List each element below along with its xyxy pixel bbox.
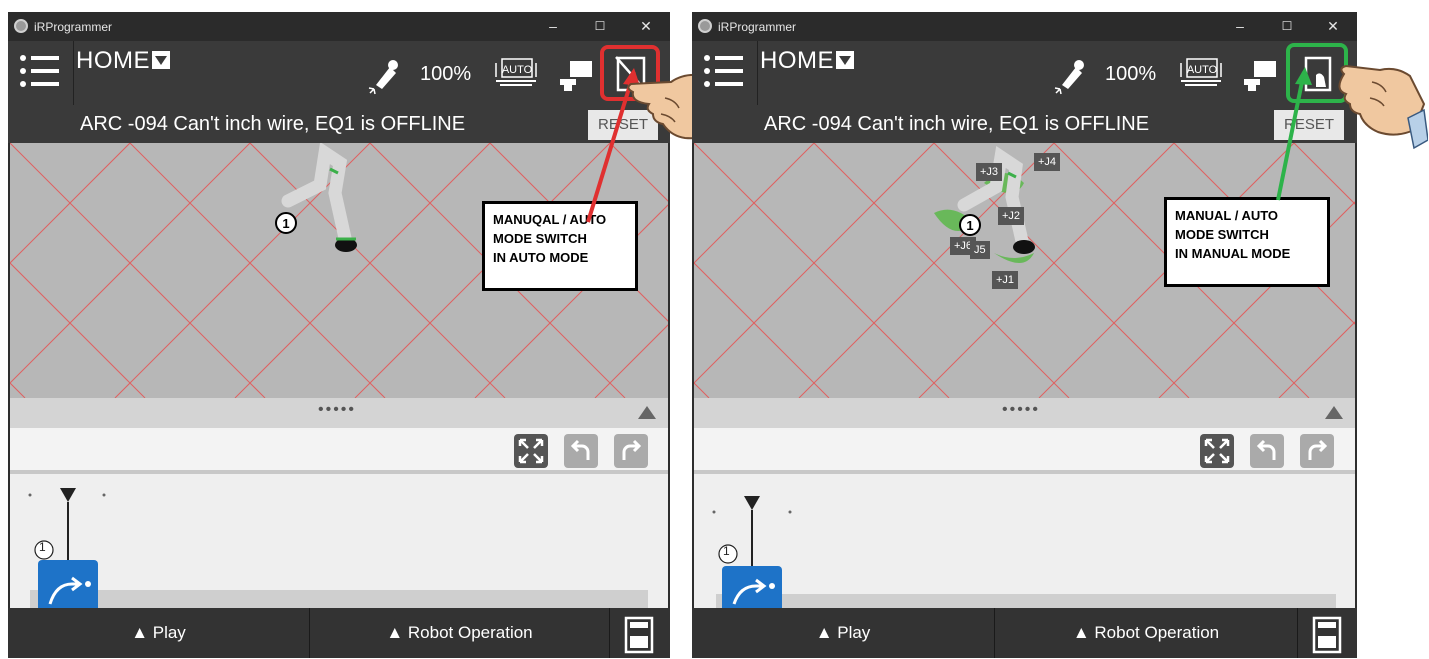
close-button[interactable]: ✕ — [1319, 15, 1347, 37]
iRProgrammer-window-manual: iRProgrammer – ☐ ✕ HOME 100% AUTO ARC -0… — [692, 12, 1357, 658]
bottom-bar: ▲ Play ▲ Robot Operation — [692, 608, 1357, 658]
minimize-button[interactable]: – — [539, 15, 567, 37]
collapse-toggle-icon[interactable] — [1325, 406, 1343, 419]
node-number: 1 — [39, 540, 46, 554]
pointing-hand-image — [1338, 64, 1428, 150]
home-menu[interactable]: HOME — [760, 47, 854, 75]
auto-mode-icon[interactable]: AUTO — [1179, 55, 1223, 89]
joint-label-j2[interactable]: +J2 — [998, 207, 1025, 225]
menu-button[interactable] — [692, 41, 758, 105]
home-label: HOME — [76, 47, 150, 74]
drag-handle-icon[interactable]: ••••• — [1002, 401, 1040, 419]
tool-number: 1 — [966, 218, 973, 233]
app-logo-icon — [14, 19, 28, 33]
bottom-bar: ▲ Play ▲ Robot Operation — [8, 608, 670, 658]
app-logo-icon — [698, 19, 712, 33]
window-title: iRProgrammer — [718, 20, 797, 34]
callout-line-3: IN MANUAL MODE — [1175, 246, 1291, 261]
motion-node-icon[interactable] — [722, 566, 782, 608]
chevron-down-icon — [836, 51, 854, 69]
timeline-canvas — [28, 488, 648, 608]
menu-button[interactable] — [8, 41, 74, 105]
timeline-canvas — [712, 496, 1336, 608]
menu-icon — [20, 55, 59, 87]
redo-icon[interactable] — [1300, 434, 1334, 468]
robot-operation-button[interactable]: ▲ Robot Operation — [310, 608, 610, 658]
maximize-button[interactable]: ☐ — [1273, 15, 1301, 37]
close-button[interactable]: ✕ — [632, 15, 660, 37]
robot-arm-model[interactable]: 1 — [270, 143, 370, 263]
speed-override[interactable]: 100% — [1105, 63, 1156, 86]
torch-icon[interactable] — [1052, 55, 1092, 95]
panel-splitter[interactable]: ••••• — [10, 398, 668, 428]
edit-toolbar — [694, 428, 1355, 470]
speed-override[interactable]: 100% — [420, 63, 471, 86]
joint-label-j3[interactable]: +J3 — [976, 163, 1003, 181]
auto-mode-icon[interactable]: AUTO — [494, 55, 538, 89]
joint-label-j4[interactable]: +J4 — [1034, 153, 1061, 171]
program-timeline[interactable]: 1 — [694, 474, 1355, 608]
callout-line-3: IN AUTO MODE — [493, 250, 589, 265]
alarm-message: ARC -094 Can't inch wire, EQ1 is OFFLINE — [80, 113, 466, 135]
chevron-down-icon — [152, 51, 170, 69]
robot-operation-button[interactable]: ▲ Robot Operation — [995, 608, 1298, 658]
joint-label-j1[interactable]: +J1 — [992, 271, 1019, 289]
fit-view-icon[interactable] — [514, 434, 548, 468]
play-button[interactable]: ▲ Play — [8, 608, 310, 658]
node-number: 1 — [723, 544, 730, 558]
home-menu[interactable]: HOME — [76, 47, 170, 75]
callout-line-2: MODE SWITCH — [1175, 227, 1269, 242]
teach-pendant-icon[interactable] — [624, 616, 654, 654]
auto-text: AUTO — [1187, 64, 1218, 76]
title-bar: iRProgrammer – ☐ ✕ — [8, 12, 670, 41]
teach-pendant-icon[interactable] — [1312, 616, 1342, 654]
iRProgrammer-window-auto: iRProgrammer – ☐ ✕ HOME 100% AUTO ARC -0… — [8, 12, 670, 658]
menu-icon — [704, 55, 743, 87]
alarm-message: ARC -094 Can't inch wire, EQ1 is OFFLINE — [764, 113, 1150, 135]
maximize-button[interactable]: ☐ — [586, 15, 614, 37]
panel-splitter[interactable]: ••••• — [694, 398, 1355, 428]
program-timeline[interactable]: 1 — [10, 474, 668, 616]
minimize-button[interactable]: – — [1226, 15, 1254, 37]
joint-label-j5[interactable]: J5 — [970, 241, 990, 259]
home-label: HOME — [760, 47, 834, 74]
undo-icon[interactable] — [564, 434, 598, 468]
title-bar: iRProgrammer – ☐ ✕ — [692, 12, 1357, 41]
drag-handle-icon[interactable]: ••••• — [318, 401, 356, 419]
torch-icon[interactable] — [366, 55, 406, 95]
edit-toolbar — [10, 428, 668, 470]
window-title: iRProgrammer — [34, 20, 113, 34]
redo-icon[interactable] — [614, 434, 648, 468]
collapse-toggle-icon[interactable] — [638, 406, 656, 419]
play-button[interactable]: ▲ Play — [692, 608, 995, 658]
undo-icon[interactable] — [1250, 434, 1284, 468]
tool-number: 1 — [282, 216, 289, 231]
fit-view-icon[interactable] — [1200, 434, 1234, 468]
auto-text: AUTO — [502, 64, 533, 76]
